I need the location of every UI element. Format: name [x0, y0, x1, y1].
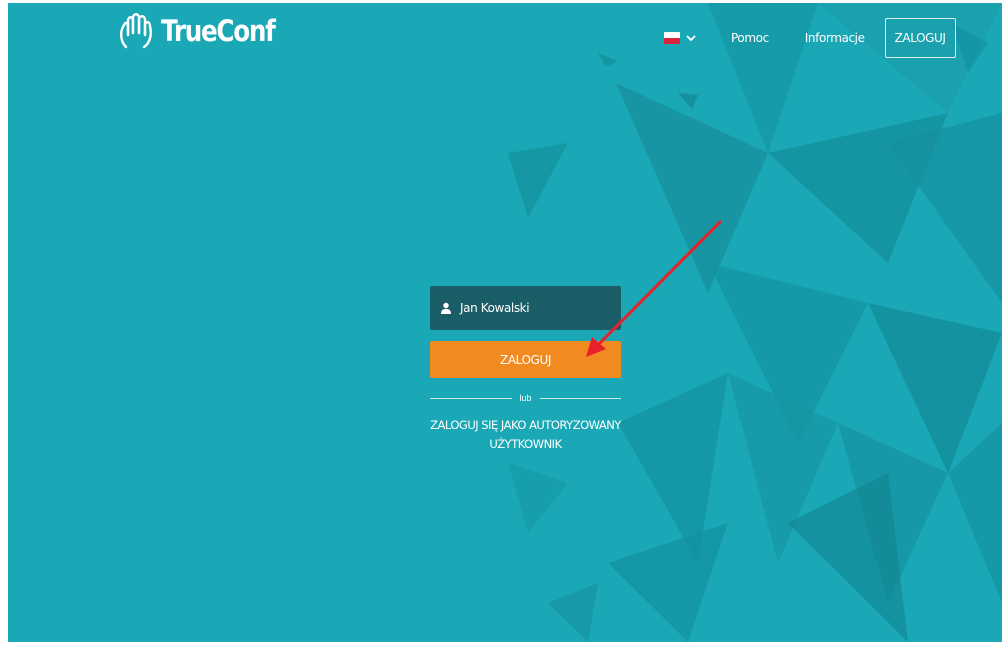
nav-help-link[interactable]: Pomoc	[731, 31, 769, 45]
language-selector[interactable]	[664, 32, 697, 44]
top-nav: Pomoc Informacje ZALOGUJ	[664, 17, 956, 59]
authorized-user-login-link[interactable]: ZALOGUJ SIĘ JAKO AUTORYZOWANY UŻYTKOWNIK	[430, 416, 621, 454]
nav-info-link[interactable]: Informacje	[805, 31, 865, 45]
auth-link-line-2: UŻYTKOWNIK	[489, 437, 562, 451]
guest-login-form: Jan Kowalski ZALOGUJ lub ZALOGUJ SIĘ JAK…	[430, 286, 621, 454]
user-icon	[441, 302, 451, 314]
divider-text: lub	[519, 393, 532, 403]
trueconf-logo-icon	[120, 13, 152, 49]
nav-login-button[interactable]: ZALOGUJ	[884, 18, 956, 58]
name-input[interactable]: Jan Kowalski	[430, 286, 621, 330]
brand-name: TrueConf	[161, 14, 276, 48]
poland-flag-icon	[664, 32, 680, 44]
login-button[interactable]: ZALOGUJ	[430, 341, 621, 378]
page-frame: TrueConf Pomoc Informacje ZALOGUJ Jan Ko…	[8, 3, 1002, 642]
divider-line-right	[539, 397, 622, 399]
auth-link-line-1: ZALOGUJ SIĘ JAKO AUTORYZOWANY	[430, 418, 621, 432]
or-divider: lub	[430, 392, 622, 404]
chevron-down-icon	[686, 35, 696, 42]
divider-line-left	[430, 397, 512, 399]
name-input-value: Jan Kowalski	[460, 301, 530, 315]
trueconf-logo[interactable]: TrueConf	[118, 13, 295, 49]
